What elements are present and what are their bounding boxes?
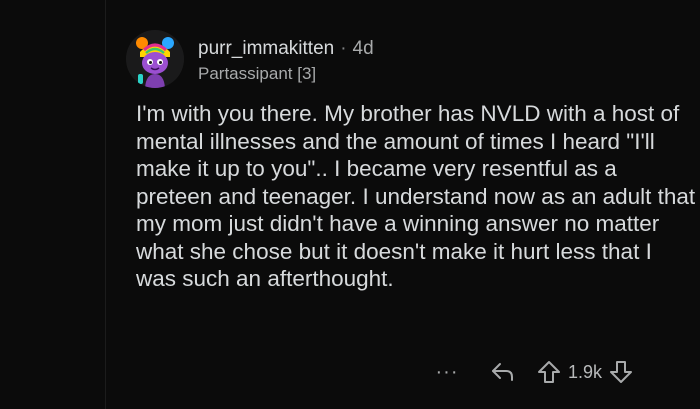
comment-body: I'm with you there. My brother has NVLD …	[136, 101, 696, 291]
comment-meta: purr_immakitten · 4d Partassipant [3]	[198, 38, 374, 84]
reply-button[interactable]	[486, 357, 520, 387]
comment-header: purr_immakitten · 4d Partassipant [3]	[126, 28, 686, 90]
thread-line[interactable]	[105, 0, 106, 409]
cat-avatar-icon	[126, 30, 184, 88]
reply-arrow-icon	[492, 363, 513, 381]
more-options-button[interactable]: ···	[432, 357, 462, 387]
more-options-label: ···	[435, 361, 459, 383]
downvote-button[interactable]	[606, 357, 636, 387]
user-avatar[interactable]	[126, 30, 184, 88]
meta-line: purr_immakitten · 4d	[198, 38, 374, 60]
meta-separator: ·	[340, 38, 347, 59]
user-flair: Partassipant [3]	[198, 64, 317, 83]
comment-actions: ··· 1.9k	[432, 354, 636, 390]
username-link[interactable]: purr_immakitten	[198, 38, 334, 59]
upvote-arrow-icon	[538, 361, 560, 383]
comment-age: 4d	[352, 38, 374, 59]
upvote-button[interactable]	[532, 357, 566, 387]
comment: purr_immakitten · 4d Partassipant [3] I'm …	[126, 28, 695, 293]
downvote-arrow-icon	[610, 361, 633, 383]
vote-score: 1.9k	[568, 361, 603, 382]
